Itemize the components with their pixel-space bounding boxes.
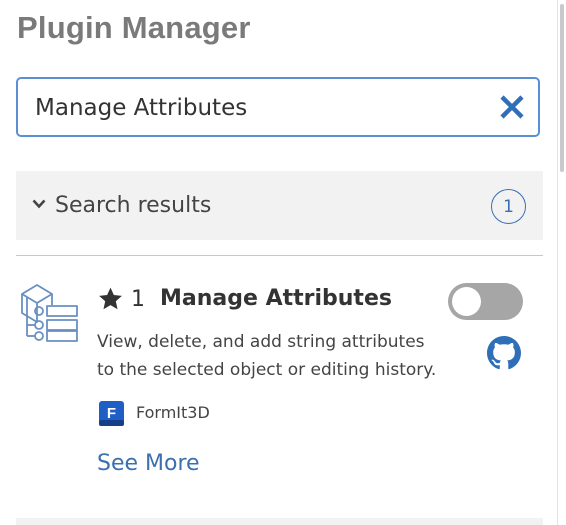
attribute-tree-icon: [21, 284, 78, 342]
divider: [16, 518, 543, 525]
page-title: Plugin Manager: [17, 10, 251, 45]
scrollbar-thumb[interactable]: [560, 4, 564, 172]
plugin-name: Manage Attributes: [160, 286, 392, 311]
product-label: FormIt3D: [136, 403, 210, 422]
plugin-manager-panel: Plugin Manager Search results 1: [0, 0, 558, 525]
see-more-link[interactable]: See More: [97, 451, 200, 476]
star-icon: [99, 287, 122, 310]
formit-icon: F: [99, 401, 124, 426]
close-icon: [500, 95, 524, 119]
search-results-header[interactable]: Search results 1: [16, 171, 543, 240]
scrollbar[interactable]: [557, 0, 566, 525]
search-box: [16, 77, 540, 137]
plugin-description: View, delete, and add string attributes …: [97, 332, 437, 380]
search-input[interactable]: [35, 91, 475, 125]
github-icon[interactable]: [487, 336, 521, 370]
formit-icon-letter: F: [107, 405, 116, 422]
plugin-enable-toggle[interactable]: [448, 283, 523, 320]
search-results-label: Search results: [55, 193, 212, 218]
star-count: 1: [131, 287, 145, 312]
results-count-badge: 1: [491, 189, 526, 224]
clear-search-button[interactable]: [498, 93, 526, 121]
chevron-down-icon: [32, 199, 46, 209]
toggle-knob: [452, 287, 481, 316]
divider: [16, 255, 543, 256]
